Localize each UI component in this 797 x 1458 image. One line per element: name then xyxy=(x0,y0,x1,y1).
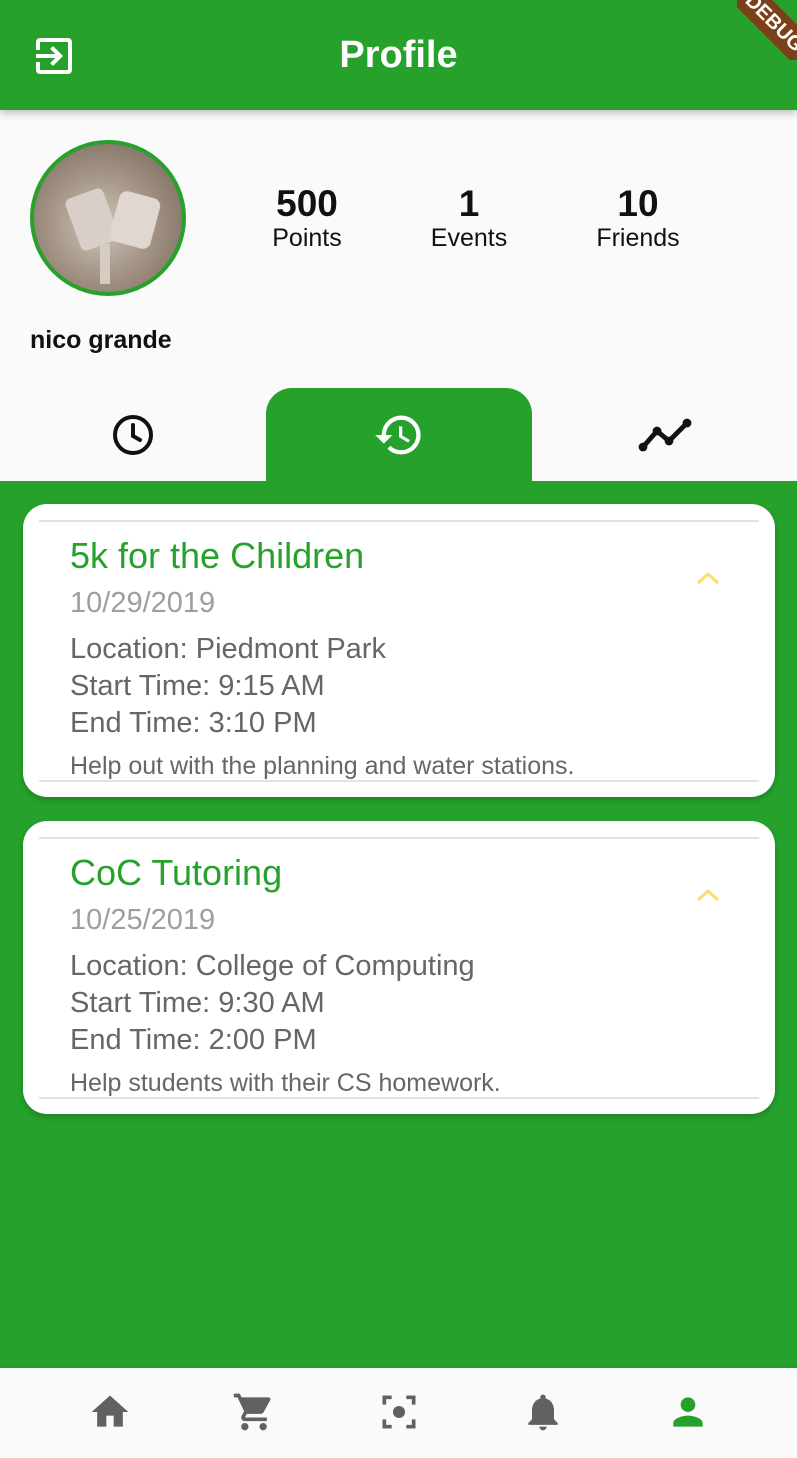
user-name: nico grande xyxy=(30,326,172,354)
event-location: Location: Piedmont Park xyxy=(70,633,386,665)
event-end-time: End Time: 3:10 PM xyxy=(70,707,317,739)
event-description: Help out with the planning and water sta… xyxy=(70,752,575,780)
chevron-up-icon[interactable] xyxy=(693,568,723,588)
event-title: 5k for the Children xyxy=(70,535,365,576)
trending-icon xyxy=(638,418,692,452)
scan-icon xyxy=(382,1395,416,1429)
event-title: CoC Tutoring xyxy=(70,852,283,893)
bell-icon xyxy=(528,1394,558,1431)
avatar-photo-detail xyxy=(100,244,110,284)
nav-shop[interactable] xyxy=(232,1390,276,1434)
avatar[interactable] xyxy=(30,140,186,296)
event-card[interactable]: 5k for the Children 10/29/2019 Location:… xyxy=(23,504,775,797)
page-title: Profile xyxy=(339,34,458,76)
divider xyxy=(39,780,759,782)
stat-label: Friends xyxy=(596,224,680,252)
person-icon xyxy=(673,1397,703,1427)
stat-label: Events xyxy=(430,224,508,252)
cart-icon xyxy=(233,1393,271,1431)
event-start-time: Start Time: 9:15 AM xyxy=(70,670,325,702)
history-icon xyxy=(375,415,421,455)
tab-upcoming[interactable] xyxy=(0,388,266,482)
tab-history[interactable] xyxy=(266,388,532,482)
event-end-time: End Time: 2:00 PM xyxy=(70,1024,317,1056)
stat-events: 1 Events xyxy=(379,184,559,253)
tab-bar xyxy=(0,388,797,482)
stat-label: Points xyxy=(272,224,342,252)
bottom-navigation xyxy=(0,1368,797,1458)
divider xyxy=(39,1097,759,1099)
event-description: Help students with their CS homework. xyxy=(70,1069,501,1097)
avatar-photo-detail xyxy=(63,186,121,253)
nav-home[interactable] xyxy=(88,1390,132,1434)
event-history-list: 5k for the Children 10/29/2019 Location:… xyxy=(0,481,797,1368)
event-date: 10/29/2019 xyxy=(70,587,216,619)
event-date: 10/25/2019 xyxy=(70,904,216,936)
stat-value: 10 xyxy=(617,183,659,224)
debug-banner: DEBUG xyxy=(737,0,797,60)
nav-notifications[interactable] xyxy=(521,1390,565,1434)
nav-scan[interactable] xyxy=(377,1390,421,1434)
stat-friends: 10 Friends xyxy=(548,184,728,253)
stat-points: 500 Points xyxy=(217,184,397,253)
divider xyxy=(39,520,759,522)
clock-icon xyxy=(113,415,153,455)
event-card[interactable]: CoC Tutoring 10/25/2019 Location: Colleg… xyxy=(23,821,775,1114)
avatar-photo-detail xyxy=(107,189,163,251)
tab-stats[interactable] xyxy=(532,388,797,482)
stat-value: 500 xyxy=(276,183,338,224)
stat-value: 1 xyxy=(458,183,480,224)
chevron-up-icon[interactable] xyxy=(693,885,723,905)
event-start-time: Start Time: 9:30 AM xyxy=(70,987,325,1019)
divider xyxy=(39,837,759,839)
app-bar: Profile xyxy=(0,0,797,110)
home-icon xyxy=(91,1395,129,1427)
event-location: Location: College of Computing xyxy=(70,950,475,982)
debug-banner-clip: DEBUG xyxy=(737,0,797,60)
nav-profile[interactable] xyxy=(666,1390,710,1434)
